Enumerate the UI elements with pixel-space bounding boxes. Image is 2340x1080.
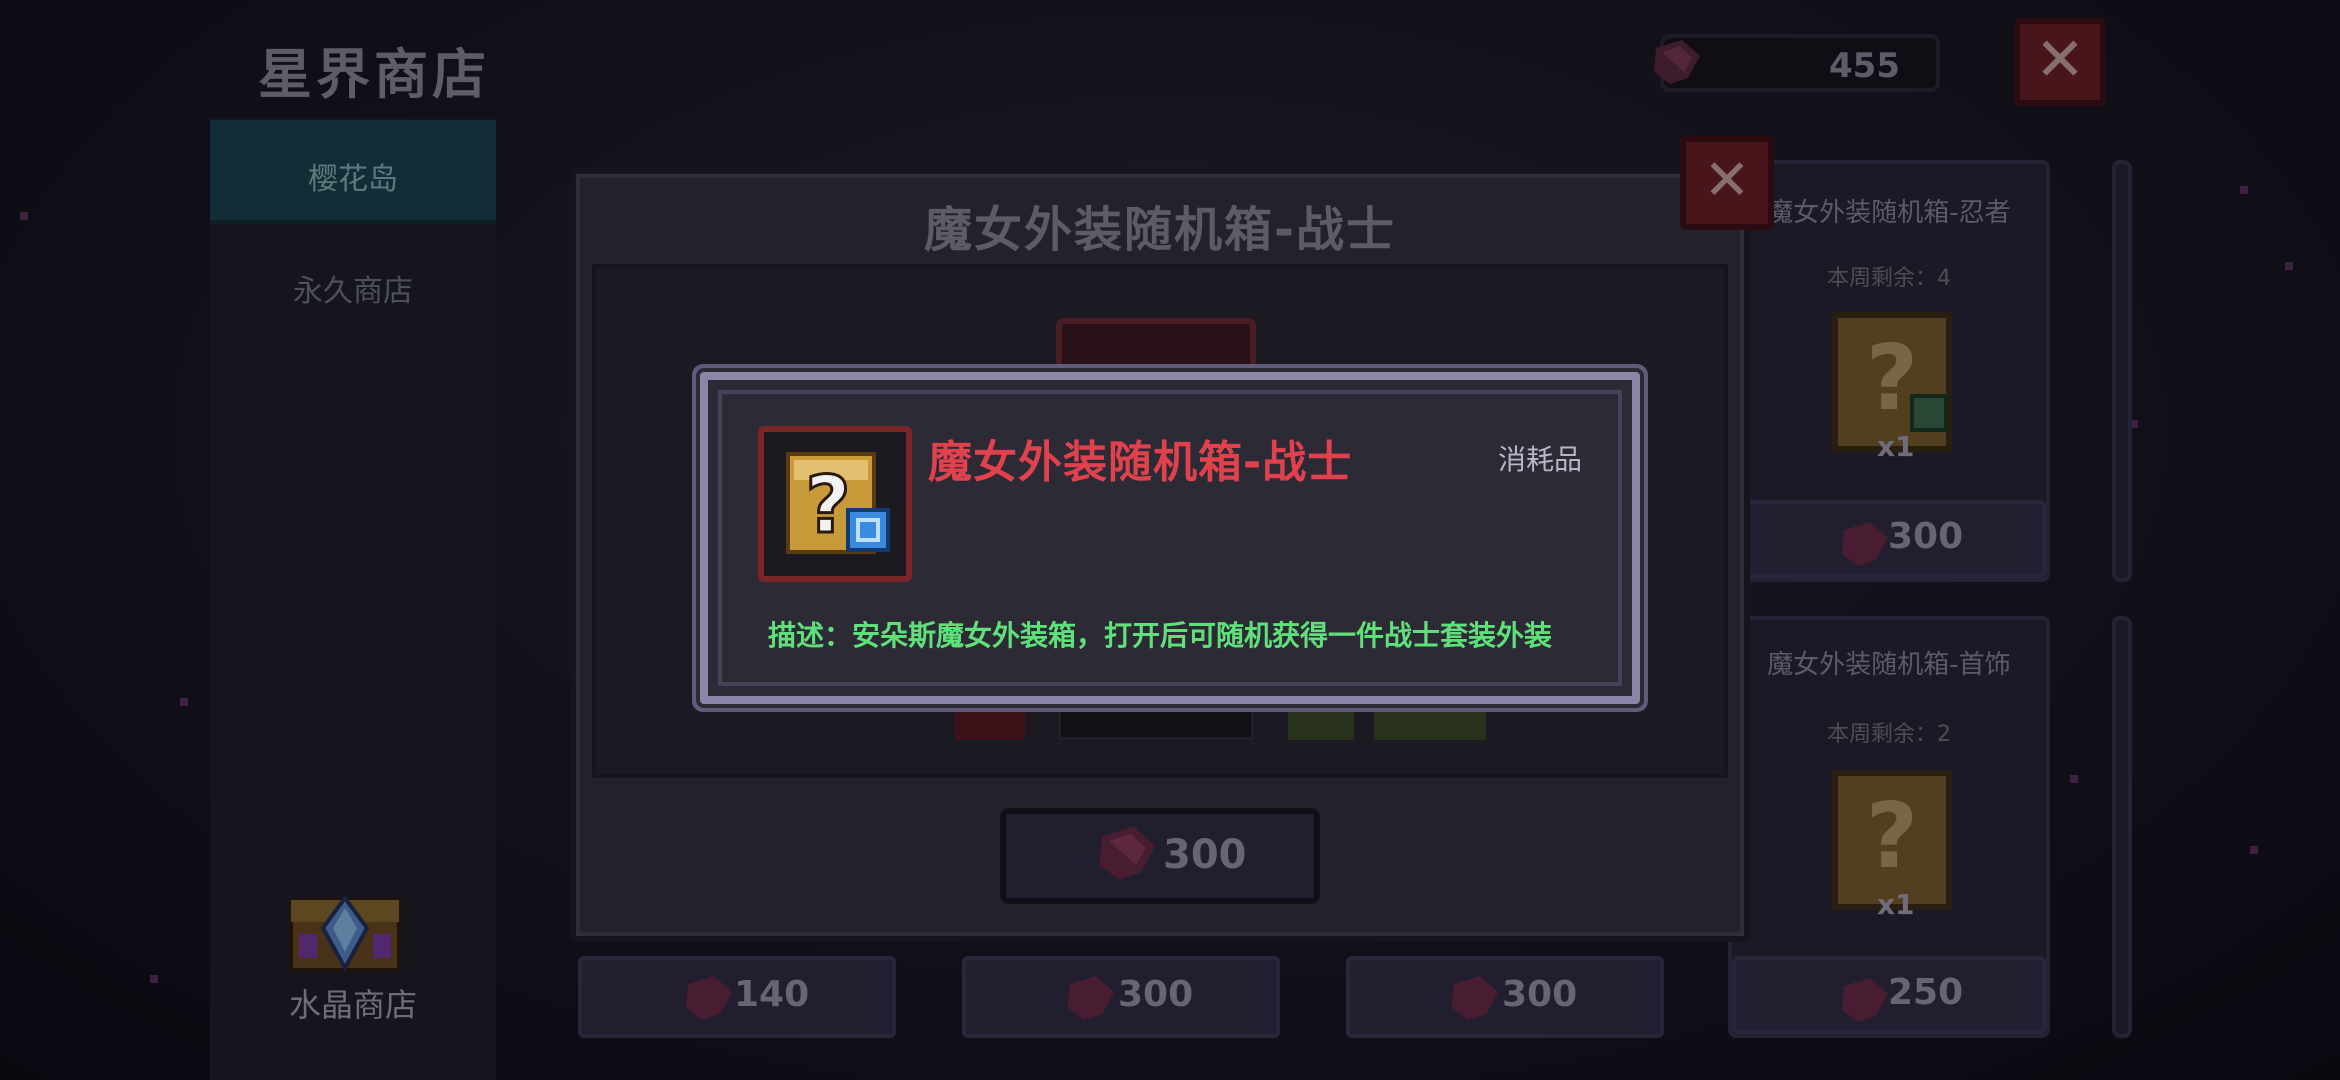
crystal-shop-label[interactable]: 水晶商店 [210,980,496,1026]
item-preview-frame [1056,318,1256,378]
shop-card-partial [2112,616,2132,1038]
star-particle [2250,846,2258,854]
gem-icon [1452,976,1498,1020]
star-particle [20,212,28,220]
card-price: 300 [1118,974,1194,1015]
item-icon-frame: ? [758,426,912,582]
card-title: 魔女外装随机箱-忍者 [1767,198,2011,228]
item-description: 描述：安朵斯魔女外装箱，打开后可随机获得一件战士套装外装 [768,619,1553,652]
crystal-chest-icon[interactable] [285,880,405,980]
card-remaining: 本周剩余：4 [1827,266,1951,291]
star-particle [150,975,158,983]
gem-icon [686,976,732,1020]
card-price: 300 [1888,516,1964,557]
sidebar-tab-label: 樱花岛 [308,162,398,197]
increase-button[interactable] [1288,700,1354,740]
star-particle [2240,186,2248,194]
sidebar-tab-sakura-island[interactable]: 樱花岛 [210,120,496,224]
svg-text:?: ? [805,461,850,551]
currency-amount: 455 [1829,46,1900,86]
gem-icon [1842,978,1888,1022]
card-title: 魔女外装随机箱-首饰 [1767,650,2011,680]
card-remaining: 本周剩余：2 [1827,722,1951,747]
quantity-input[interactable] [1058,700,1254,740]
shop-close-button[interactable]: ✕ [2014,18,2106,106]
buy-price: 300 [1163,832,1247,878]
star-particle [2285,262,2293,270]
card-price: 140 [734,974,810,1015]
ninja-badge-icon [1910,394,1948,432]
gem-icon [1842,522,1888,566]
currency-display: 455 [1660,34,1940,92]
page-title: 星界商店 [258,43,490,106]
star-particle [180,698,188,706]
star-particle [2070,775,2078,783]
max-button[interactable] [1374,700,1486,740]
dialog-close-button[interactable]: ✕ [1680,136,1774,230]
card-price: 300 [1502,974,1578,1015]
item-name: 魔女外装随机箱-战士 [928,437,1353,488]
buy-button[interactable] [1000,808,1320,904]
decrease-button[interactable] [955,700,1025,740]
card-price: 250 [1888,972,1964,1013]
sidebar-tab-label: 永久商店 [293,274,413,309]
gem-icon [1654,40,1700,84]
gem-icon [1099,826,1156,880]
sidebar-tab-permanent-shop[interactable]: 永久商店 [210,250,496,330]
shop-card-accessory[interactable]: 魔女外装随机箱-首饰 本周剩余：2 ? x1 250 [1728,616,2050,1038]
item-qty: x1 [1877,888,1915,921]
item-qty: x1 [1877,430,1915,463]
shop-card-partial [2112,160,2132,582]
purchase-dialog-title: 魔女外装随机箱-战士 [924,202,1396,258]
gem-icon [1068,976,1114,1020]
shop-card-ninja[interactable]: 魔女外装随机箱-忍者 本周剩余：4 ? x1 300 [1728,160,2050,582]
warrior-mystery-box-icon: ? [786,452,890,554]
item-type: 消耗品 [1498,443,1583,476]
